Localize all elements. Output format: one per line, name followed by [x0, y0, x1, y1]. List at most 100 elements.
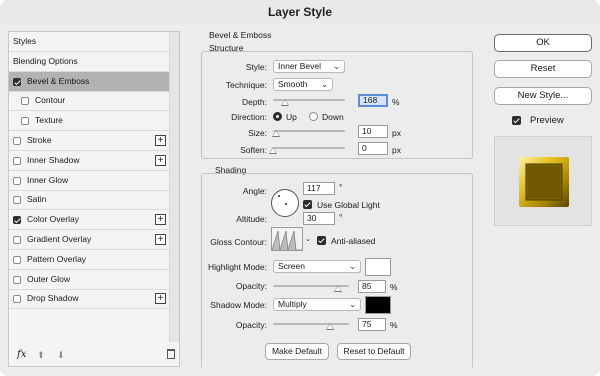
reset-button[interactable]: Reset: [494, 60, 592, 78]
depth-slider-thumb[interactable]: [281, 99, 290, 106]
shadow-mode-label: Shadow Mode:: [210, 300, 267, 310]
style-select[interactable]: Inner Bevel ⌄: [273, 60, 345, 73]
angle-unit: °: [339, 182, 343, 192]
highlight-opacity-input[interactable]: 85: [358, 280, 386, 293]
style-item-label: Pattern Overlay: [27, 253, 87, 264]
direction-down-label: Down: [322, 112, 344, 122]
style-preview: [494, 136, 592, 226]
style-item-stroke[interactable]: Stroke +: [9, 131, 169, 151]
style-item-checkbox[interactable]: [21, 97, 29, 106]
highlight-color-swatch[interactable]: [365, 258, 391, 276]
reset-to-default-button[interactable]: Reset to Default: [337, 343, 411, 360]
soften-unit: px: [392, 145, 401, 155]
style-item-satin[interactable]: Satin: [9, 190, 169, 211]
depth-label: Depth:: [241, 97, 267, 107]
add-style-icon[interactable]: +: [155, 214, 166, 226]
ok-button[interactable]: OK: [494, 34, 592, 52]
style-item-checkbox[interactable]: [13, 137, 21, 145]
angle-dial[interactable]: [271, 189, 299, 217]
shadow-opacity-input[interactable]: 75: [358, 318, 386, 331]
style-item-texture[interactable]: Texture: [9, 111, 169, 132]
style-item-checkbox[interactable]: [13, 196, 21, 205]
style-item-inner-shadow[interactable]: Inner Shadow +: [9, 151, 169, 171]
gloss-contour-label: Gloss Contour:: [210, 237, 267, 247]
size-label: Size:: [248, 128, 267, 138]
altitude-input[interactable]: 30: [303, 212, 335, 225]
shadow-opacity-unit: %: [390, 320, 398, 330]
window-title: Layer Style: [0, 0, 600, 24]
gloss-contour-picker[interactable]: [271, 227, 303, 251]
shadow-opacity-slider-thumb[interactable]: [326, 323, 334, 330]
trash-icon[interactable]: [167, 349, 175, 359]
preview-thumbnail: [519, 157, 569, 207]
highlight-opacity-slider-thumb[interactable]: [333, 285, 342, 292]
style-item-checkbox[interactable]: [13, 255, 21, 264]
technique-select[interactable]: Smooth ⌄: [273, 78, 333, 91]
size-slider-thumb[interactable]: [271, 130, 280, 137]
fx-button[interactable]: fx: [17, 349, 26, 360]
style-item-label: Bevel & Emboss: [27, 75, 90, 86]
global-light-label: Use Global Light: [317, 200, 380, 210]
soften-slider[interactable]: [273, 147, 345, 149]
style-item-label: Color Overlay: [27, 214, 79, 225]
style-item-outer-glow[interactable]: Outer Glow: [9, 270, 169, 290]
add-style-icon[interactable]: +: [155, 154, 166, 166]
style-item-gradient-overlay[interactable]: Gradient Overlay +: [9, 230, 169, 250]
style-item-checkbox[interactable]: [13, 236, 21, 244]
direction-up-radio[interactable]: [273, 112, 282, 121]
shadow-opacity-slider[interactable]: [273, 323, 349, 325]
highlight-mode-select[interactable]: Screen ⌄: [273, 260, 361, 273]
contour-dropdown-icon[interactable]: ⌄: [305, 235, 311, 243]
make-default-button[interactable]: Make Default: [265, 343, 329, 360]
highlight-mode-label: Highlight Mode:: [207, 262, 267, 272]
style-item-blending-options[interactable]: Blending Options: [9, 52, 169, 72]
style-item-color-overlay[interactable]: Color Overlay +: [9, 210, 169, 231]
style-item-checkbox[interactable]: [21, 117, 29, 126]
style-item-checkbox[interactable]: [13, 216, 21, 225]
style-item-inner-glow[interactable]: Inner Glow: [9, 171, 169, 191]
depth-input[interactable]: 168: [358, 94, 388, 107]
chevron-down-icon: ⌄: [349, 300, 356, 309]
size-slider[interactable]: [273, 130, 345, 132]
direction-down-radio[interactable]: [309, 112, 318, 121]
style-item-checkbox[interactable]: [13, 275, 21, 284]
style-item-contour[interactable]: Contour: [9, 91, 169, 112]
shadow-color-swatch[interactable]: [365, 296, 391, 314]
style-item-label: Gradient Overlay: [27, 234, 92, 244]
move-down-icon[interactable]: ⬇: [57, 350, 65, 361]
style-item-label: Inner Glow: [27, 174, 69, 185]
style-item-bevel-emboss[interactable]: Bevel & Emboss: [9, 71, 169, 92]
style-item-pattern-overlay[interactable]: Pattern Overlay: [9, 250, 169, 270]
move-up-icon[interactable]: ⬆: [37, 350, 45, 361]
style-item-label: Stroke: [27, 135, 52, 145]
add-style-icon[interactable]: +: [155, 135, 166, 146]
preview-checkbox[interactable]: [512, 116, 521, 125]
anti-aliased-checkbox[interactable]: [317, 236, 326, 245]
chevron-down-icon: ⌄: [321, 80, 328, 89]
layer-style-dialog: Layer Style Styles Blending Options Bevel …: [0, 0, 600, 376]
style-item-label: Blending Options: [13, 55, 78, 66]
style-item-checkbox[interactable]: [13, 77, 21, 86]
style-item-drop-shadow[interactable]: Drop Shadow +: [9, 289, 169, 310]
style-item-styles[interactable]: Styles: [9, 32, 169, 52]
soften-input[interactable]: 0: [358, 142, 388, 155]
styles-list: Styles Blending Options Bevel & Emboss Cont…: [8, 31, 180, 367]
soften-slider-thumb[interactable]: [269, 147, 277, 154]
style-item-checkbox[interactable]: [13, 176, 21, 185]
style-item-checkbox[interactable]: [13, 156, 21, 165]
angle-input[interactable]: 117: [303, 182, 335, 195]
add-style-icon[interactable]: +: [155, 293, 166, 305]
add-style-icon[interactable]: +: [155, 234, 166, 245]
direction-up-label: Up: [286, 112, 297, 122]
size-unit: px: [392, 128, 401, 138]
shadow-mode-select[interactable]: Multiply ⌄: [273, 298, 361, 311]
new-style-button[interactable]: New Style...: [494, 87, 592, 105]
contour-preview-icon: [271, 230, 302, 251]
global-light-checkbox[interactable]: [303, 200, 312, 209]
style-item-checkbox[interactable]: [13, 295, 21, 304]
styles-list-scrollbar[interactable]: [169, 32, 179, 342]
size-input[interactable]: 10: [358, 125, 388, 138]
technique-label: Technique:: [225, 80, 267, 90]
style-item-label: Styles: [13, 36, 37, 46]
angle-label: Angle:: [242, 186, 267, 196]
